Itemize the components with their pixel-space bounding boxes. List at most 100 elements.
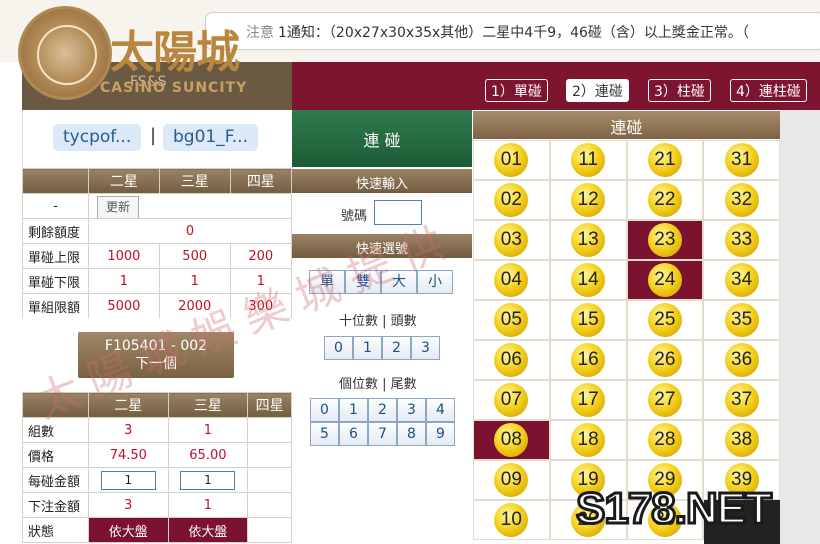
number-ball: 27 <box>647 383 682 417</box>
corner-cell <box>22 168 89 194</box>
number-ball: 11 <box>571 143 606 177</box>
total-value: 1 <box>167 492 249 518</box>
number-cell[interactable]: 37 <box>703 380 780 420</box>
units-button[interactable]: 9 <box>426 422 455 446</box>
price-value: 65.00 <box>167 442 249 468</box>
number-cell[interactable]: 26 <box>626 340 704 380</box>
units-button[interactable]: 5 <box>310 422 339 446</box>
number-cell[interactable]: 18 <box>549 420 627 460</box>
price-value <box>247 442 292 468</box>
number-cell[interactable]: 08 <box>473 420 550 460</box>
tens-buttons: 0 1 2 3 <box>324 336 440 360</box>
tab-consecutive[interactable]: 2）連碰 <box>566 79 629 102</box>
number-ball: 02 <box>494 183 529 217</box>
number-cell[interactable]: 28 <box>626 420 704 460</box>
each-amount-input[interactable]: 1 <box>180 470 236 490</box>
number-cell[interactable]: 12 <box>549 180 627 220</box>
number-ball: 33 <box>724 223 759 257</box>
units-button[interactable]: 0 <box>310 398 339 422</box>
tab-consecutive-pillar[interactable]: 4）連柱碰 <box>730 79 807 102</box>
number-cell[interactable]: 36 <box>703 340 780 380</box>
number-cell[interactable]: 11 <box>549 140 627 180</box>
number-cell[interactable]: 31 <box>703 140 780 180</box>
number-cell[interactable]: 01 <box>473 140 550 180</box>
number-ball: 13 <box>571 223 606 257</box>
tens-button[interactable]: 2 <box>382 336 411 360</box>
units-buttons-row1: 0 1 2 3 4 <box>310 398 455 422</box>
limit-value: 500 <box>158 243 231 269</box>
mode-title: 連 碰 <box>292 110 472 167</box>
number-ball: 26 <box>647 343 682 377</box>
number-cell[interactable]: 17 <box>549 380 627 420</box>
number-cell[interactable]: 23 <box>626 220 704 260</box>
account-badge[interactable]: tycpof... <box>53 124 142 151</box>
number-ball: 07 <box>494 383 529 417</box>
number-cell[interactable]: 02 <box>473 180 550 220</box>
number-cell[interactable]: 24 <box>626 260 704 300</box>
status-label: 狀態 <box>22 517 89 543</box>
units-label: 個位數 | 尾數 <box>339 377 417 392</box>
subaccount-badge[interactable]: bg01_F... <box>163 124 258 151</box>
number-ball: 25 <box>647 303 682 337</box>
number-cell[interactable]: 25 <box>626 300 704 340</box>
units-button[interactable]: 6 <box>339 422 368 446</box>
units-button[interactable]: 4 <box>426 398 455 422</box>
number-cell[interactable]: 38 <box>703 420 780 460</box>
number-ball: 22 <box>647 183 682 217</box>
limit-row-label: 單組限額 <box>22 293 89 319</box>
tab-pillar[interactable]: 3）柱碰 <box>648 79 711 102</box>
price-value: 74.50 <box>88 442 169 468</box>
units-button[interactable]: 7 <box>368 422 397 446</box>
quick-input-header: 快速輸入 <box>292 169 472 193</box>
limit-row-label: 單碰上限 <box>22 243 89 269</box>
number-ball: 18 <box>571 423 606 457</box>
number-cell[interactable]: 34 <box>703 260 780 300</box>
number-cell[interactable]: 27 <box>626 380 704 420</box>
number-cell[interactable]: 10 <box>473 500 550 540</box>
number-ball: 38 <box>724 423 759 457</box>
total-amount-label: 下注金額 <box>22 492 89 518</box>
number-cell[interactable]: 09 <box>473 460 550 500</box>
number-cell[interactable]: 35 <box>703 300 780 340</box>
status-badge: 依大盤 <box>88 517 169 543</box>
total-value: 3 <box>88 492 169 518</box>
account-separator: | <box>150 125 157 146</box>
number-ball: 01 <box>494 143 529 177</box>
balance-value: 0 <box>88 218 292 244</box>
number-cell[interactable]: 32 <box>703 180 780 220</box>
number-ball: 36 <box>724 343 759 377</box>
suncity-logo: 太陽城 CASINO SUNCITY <box>14 4 284 100</box>
number-ball: 16 <box>571 343 606 377</box>
units-button[interactable]: 1 <box>339 398 368 422</box>
number-cell[interactable]: 06 <box>473 340 550 380</box>
number-cell[interactable]: 05 <box>473 300 550 340</box>
number-cell[interactable]: 14 <box>549 260 627 300</box>
number-ball: 08 <box>494 423 529 457</box>
status-badge: 依大盤 <box>167 517 249 543</box>
number-cell[interactable]: 33 <box>703 220 780 260</box>
header-three-star: 三星 <box>158 168 231 194</box>
number-cell[interactable]: 22 <box>626 180 704 220</box>
units-button[interactable]: 2 <box>368 398 397 422</box>
each-amount-label: 每碰金額 <box>22 467 89 493</box>
number-cell[interactable]: 15 <box>549 300 627 340</box>
number-cell[interactable]: 03 <box>473 220 550 260</box>
number-cell[interactable]: 04 <box>473 260 550 300</box>
number-cell[interactable]: 21 <box>626 140 704 180</box>
number-ball: 24 <box>647 263 682 297</box>
tens-button[interactable]: 1 <box>353 336 382 360</box>
groups-value <box>247 417 292 443</box>
refresh-button[interactable]: 更新 <box>97 196 140 218</box>
price-label: 價格 <box>22 442 89 468</box>
units-button[interactable]: 3 <box>397 398 426 422</box>
number-cell[interactable]: 16 <box>549 340 627 380</box>
units-button[interactable]: 8 <box>397 422 426 446</box>
number-cell[interactable]: 13 <box>549 220 627 260</box>
tab-single[interactable]: 1）單碰 <box>485 79 548 102</box>
header-three-star: 三星 <box>167 392 249 418</box>
tens-button[interactable]: 0 <box>324 336 353 360</box>
each-amount-input[interactable]: 1 <box>100 470 156 490</box>
number-cell[interactable]: 07 <box>473 380 550 420</box>
tens-button[interactable]: 3 <box>411 336 440 360</box>
logo-title: 太陽城 <box>110 27 240 78</box>
